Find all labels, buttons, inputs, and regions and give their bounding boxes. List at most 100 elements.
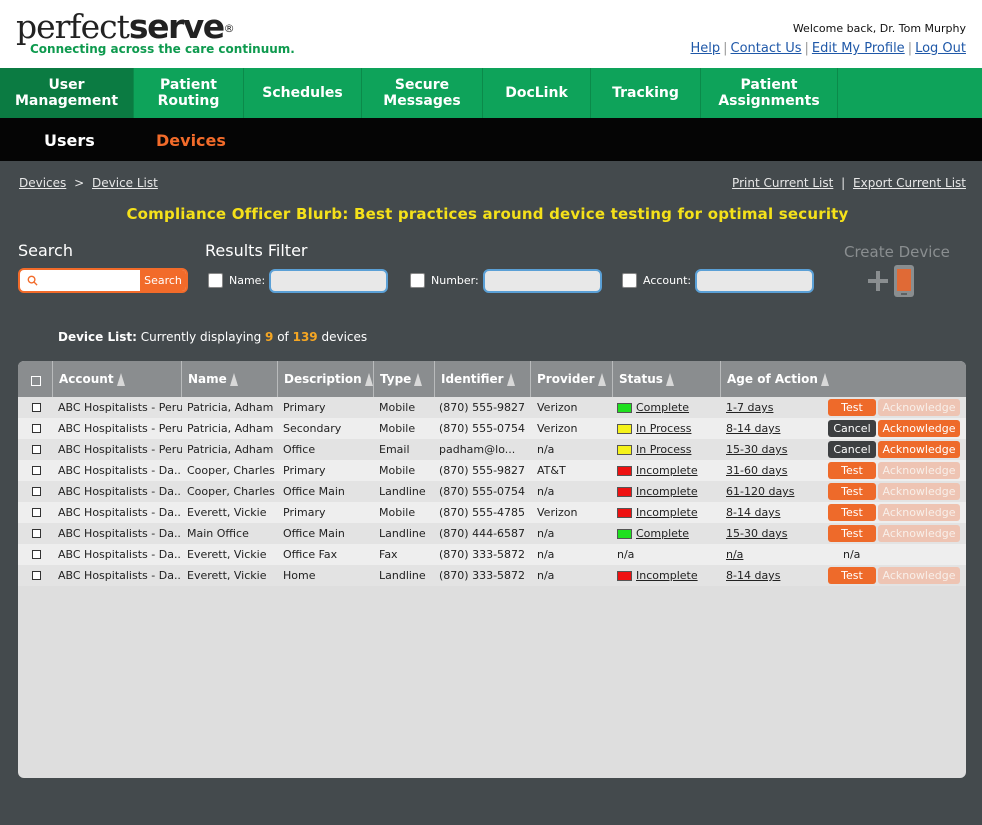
cell-age-of-action[interactable]: 15-30 days [726,439,821,460]
age-link[interactable]: 8-14 days [726,569,780,582]
age-link[interactable]: n/a [726,548,743,561]
filter-account-checkbox[interactable] [622,273,637,288]
acknowledge-button[interactable]: Acknowledge [878,420,960,437]
cell-age-of-action[interactable]: n/a [726,544,821,565]
export-list-link[interactable]: Export Current List [853,176,966,190]
test-button[interactable]: Test [828,399,876,416]
cell-age-of-action[interactable]: 8-14 days [726,565,821,586]
test-button[interactable]: Test [828,567,876,584]
search-button[interactable]: Search [140,270,186,291]
nav-patient-routing[interactable]: Patient Routing [134,68,244,118]
age-link[interactable]: 8-14 days [726,422,780,435]
print-list-link[interactable]: Print Current List [732,176,833,190]
status-label[interactable]: Complete [636,401,689,414]
subnav-devices[interactable]: Devices [156,131,226,150]
nav-schedules[interactable]: Schedules [244,68,362,118]
col-status[interactable]: Status [613,361,721,397]
row-checkbox[interactable] [32,508,41,517]
age-link[interactable]: 8-14 days [726,506,780,519]
cell-age-of-action[interactable]: 61-120 days [726,481,821,502]
test-button[interactable]: Test [828,504,876,521]
age-link[interactable]: 31-60 days [726,464,787,477]
status-label[interactable]: Incomplete [636,569,698,582]
status-indicator-icon [617,507,632,518]
col-description[interactable]: Description [278,361,374,397]
log-out-link[interactable]: Log Out [915,41,966,56]
cell-status[interactable]: In Process [617,439,721,460]
nav-user-management[interactable]: User Management [0,68,134,118]
search-input[interactable] [44,272,140,290]
test-button[interactable]: Test [828,483,876,500]
col-type[interactable]: Type [374,361,435,397]
cell-age-of-action[interactable]: 8-14 days [726,418,821,439]
help-link[interactable]: Help [690,41,720,56]
status-label[interactable]: In Process [636,443,691,456]
filter-number-group: Number: [410,268,602,293]
cell-age-of-action[interactable]: 15-30 days [726,523,821,544]
nav-doclink[interactable]: DocLink [483,68,591,118]
nav-patient-assignments[interactable]: Patient Assignments [701,68,838,118]
breadcrumb-device-list[interactable]: Device List [92,176,158,190]
select-all-checkbox[interactable] [31,376,41,386]
col-identifier[interactable]: Identifier [435,361,531,397]
row-checkbox[interactable] [32,445,41,454]
row-checkbox[interactable] [32,529,41,538]
row-checkbox[interactable] [32,550,41,559]
age-link[interactable]: 15-30 days [726,527,787,540]
col-name[interactable]: Name [182,361,278,397]
nav-tracking[interactable]: Tracking [591,68,701,118]
row-checkbox[interactable] [32,466,41,475]
row-checkbox[interactable] [32,403,41,412]
add-device-icon[interactable] [866,264,916,298]
filter-number-input[interactable] [482,268,602,293]
cell-age-of-action[interactable]: 8-14 days [726,502,821,523]
row-checkbox[interactable] [32,424,41,433]
filter-name-checkbox[interactable] [208,273,223,288]
create-device-label[interactable]: Create Device [844,243,950,261]
cell-status[interactable]: Complete [617,397,721,418]
device-table: Account Name Description Type Identifier… [18,361,966,778]
status-label[interactable]: In Process [636,422,691,435]
cell-identifier: (870) 555-9827 [439,401,526,414]
cell-age-of-action[interactable]: 31-60 days [726,460,821,481]
test-button[interactable]: Test [828,462,876,479]
age-link[interactable]: 15-30 days [726,443,787,456]
row-checkbox[interactable] [32,571,41,580]
col-account[interactable]: Account [53,361,182,397]
breadcrumb-devices[interactable]: Devices [19,176,66,190]
cancel-button[interactable]: Cancel [828,441,876,458]
status-indicator-icon [617,528,632,539]
filter-account-input[interactable] [695,268,815,293]
contact-us-link[interactable]: Contact Us [731,41,802,56]
cell-status[interactable]: In Process [617,418,721,439]
cell-status[interactable]: Incomplete [617,460,721,481]
test-button[interactable]: Test [828,525,876,542]
status-label[interactable]: Complete [636,527,689,540]
top-links: Help | Contact Us | Edit My Profile | Log Out [690,41,966,56]
acknowledge-button: Acknowledge [878,567,960,584]
cell-status[interactable]: Incomplete [617,502,721,523]
row-checkbox[interactable] [32,487,41,496]
age-link[interactable]: 1-7 days [726,401,773,414]
action-na: n/a [843,548,861,561]
col-age-of-action[interactable]: Age of Action [721,361,966,397]
cell-status[interactable]: Incomplete [617,565,721,586]
cell-status[interactable]: Incomplete [617,481,721,502]
cell-name: Patricia, Adham [187,443,274,456]
status-label[interactable]: Incomplete [636,464,698,477]
status-label[interactable]: Incomplete [636,506,698,519]
status-label[interactable]: Incomplete [636,485,698,498]
cancel-button[interactable]: Cancel [828,420,876,437]
acknowledge-button[interactable]: Acknowledge [878,441,960,458]
nav-secure-messages[interactable]: Secure Messages [362,68,483,118]
age-link[interactable]: 61-120 days [726,485,794,498]
edit-profile-link[interactable]: Edit My Profile [812,41,905,56]
filter-number-checkbox[interactable] [410,273,425,288]
status-label: n/a [617,548,635,561]
subnav-users[interactable]: Users [44,131,95,150]
search-icon [27,275,38,286]
filter-name-input[interactable] [269,268,389,293]
col-provider[interactable]: Provider [531,361,613,397]
cell-status[interactable]: Complete [617,523,721,544]
cell-age-of-action[interactable]: 1-7 days [726,397,821,418]
